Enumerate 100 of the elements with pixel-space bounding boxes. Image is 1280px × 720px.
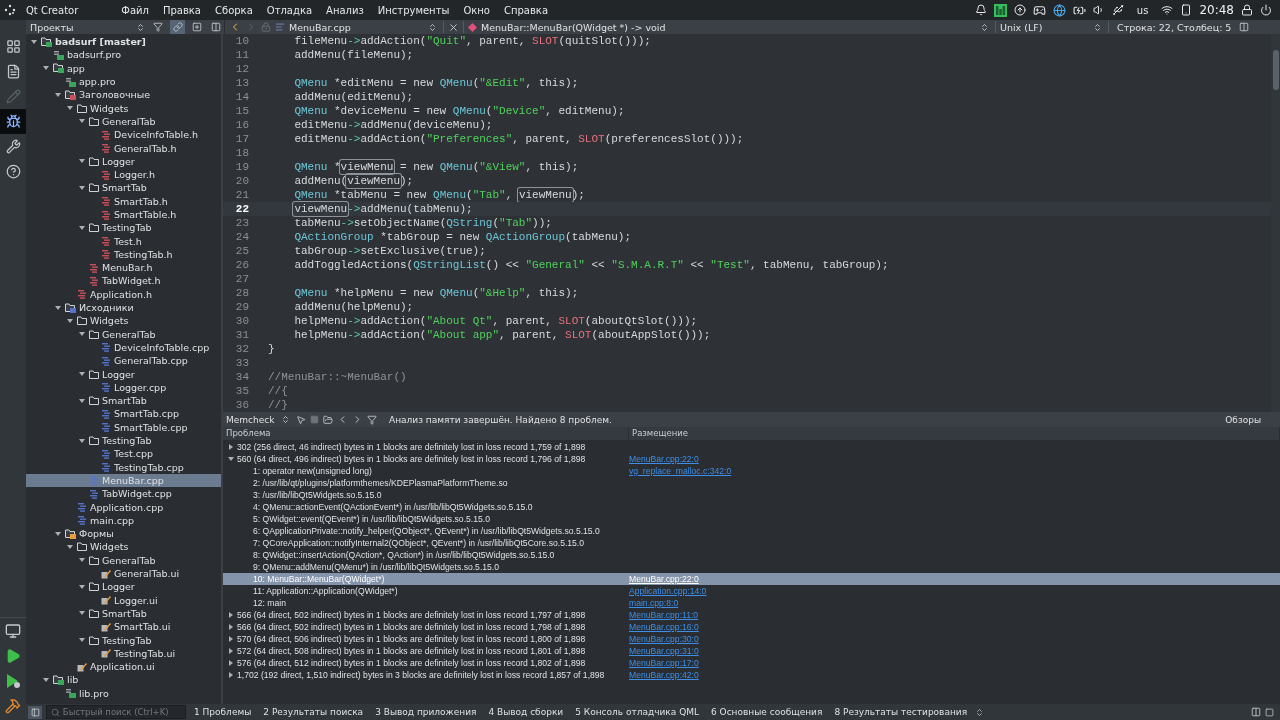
tree-item[interactable]: TestingTab — [26, 433, 221, 448]
file-dropdown[interactable]: MenuBar.cpp — [289, 20, 439, 34]
tree-item[interactable]: Widgets — [26, 101, 221, 115]
issue-row[interactable]: 11: Application::Application(QWidget*) Application.cpp:14:0 — [223, 585, 1280, 597]
location-link[interactable]: main.cpp:8:0 — [629, 598, 679, 608]
search-field[interactable]: Быстрый поиск (Ctrl+K) — [46, 705, 186, 719]
output-tab[interactable]: 5 Консоль отладчика QML — [571, 707, 703, 717]
menu-item[interactable]: Анализ — [321, 4, 369, 16]
output-tab[interactable]: 6 Основные сообщения — [707, 707, 827, 717]
location-link[interactable]: MenuBar.cpp:30:0 — [629, 634, 699, 644]
tree-item[interactable]: GeneralTab — [26, 553, 221, 567]
menu-item[interactable]: Правка — [157, 4, 206, 16]
tree-item[interactable]: Исходники — [26, 300, 221, 315]
tree-item[interactable]: TabWidget.cpp — [26, 487, 221, 501]
tool-dropdown[interactable]: Memcheck — [226, 412, 292, 427]
location-link[interactable]: Application.cpp:14:0 — [629, 586, 707, 596]
issue-row[interactable]: 576 (64 direct, 512 indirect) bytes in 1 blocks are definitely lost in loss record 1,802 of 1,898 MenuBar.cpp:17:0 — [223, 657, 1280, 669]
issue-row[interactable]: 6: QApplicationPrivate::notify_helper(QObject*, QEvent*) in /usr/lib/libQt5Widgets.so.5.15.0 — [223, 525, 1280, 537]
tree-item[interactable]: TestingTab — [26, 633, 221, 647]
issue-row[interactable]: 302 (256 direct, 46 indirect) bytes in 1 blocks are definitely lost in loss record 1,759 of 1,898 — [223, 441, 1280, 453]
menu-item[interactable]: Справка — [498, 4, 553, 16]
issue-row[interactable]: 5: QWidget::event(QEvent*) in /usr/lib/libQt5Widgets.so.5.15.0 — [223, 513, 1280, 525]
output-tab[interactable]: 1 Проблемы — [190, 707, 256, 717]
tree-item[interactable]: TestingTab.cpp — [26, 460, 221, 474]
tree-item[interactable]: lib — [26, 673, 221, 687]
tree-item[interactable]: app — [26, 61, 221, 75]
issue-row[interactable]: 570 (64 direct, 506 indirect) bytes in 1 blocks are definitely lost in loss record 1,800 of 1,898 MenuBar.cpp:30:0 — [223, 633, 1280, 645]
tree-item[interactable]: GeneralTab.h — [26, 141, 221, 155]
tree-item[interactable]: Logger — [26, 154, 221, 168]
output-tab[interactable]: 8 Результаты тестирования — [830, 707, 972, 717]
location-link[interactable]: MenuBar.cpp:17:0 — [629, 658, 699, 668]
tree-item[interactable]: Logger.h — [26, 167, 221, 182]
tree-item[interactable]: badsurf [master] — [26, 35, 221, 49]
issue-row[interactable]: 566 (64 direct, 502 indirect) bytes in 1 blocks are definitely lost in loss record 1,797 of 1,898 MenuBar.cpp:11:0 — [223, 609, 1280, 621]
issue-row[interactable]: 8: QWidget::insertAction(QAction*, QAction*) in /usr/lib/libQt5Widgets.so.5.15.0 — [223, 549, 1280, 561]
location-link[interactable]: MenuBar.cpp:22:0 — [629, 454, 699, 464]
menu-item[interactable]: Файл — [116, 4, 154, 16]
issue-row[interactable]: 3: /usr/lib/libQt5Widgets.so.5.15.0 — [223, 489, 1280, 501]
issue-row[interactable]: 7: QCoreApplication::notifyInternal2(QObject*, QEvent*) in /usr/lib/libQt5Core.so.5.15.0 — [223, 537, 1280, 549]
tree-item[interactable]: Test.cpp — [26, 447, 221, 461]
tree-item[interactable]: lib.pro — [26, 686, 221, 700]
issue-row[interactable]: 566 (64 direct, 502 indirect) bytes in 1 blocks are definitely lost in loss record 1,798 of 1,898 MenuBar.cpp:16:0 — [223, 621, 1280, 633]
tree-item[interactable]: Application.cpp — [26, 500, 221, 514]
tree-item[interactable]: Заголовочные — [26, 88, 221, 102]
issue-row[interactable]: 4: QMenu::actionEvent(QActionEvent*) in /usr/lib/libQt5Widgets.so.5.15.0 — [223, 501, 1280, 513]
tree-item[interactable]: Logger — [26, 367, 221, 381]
menu-item[interactable]: Отладка — [261, 4, 318, 16]
tree-item[interactable]: Application.h — [26, 287, 221, 301]
tree-item[interactable]: SmartTab.h — [26, 194, 221, 208]
tree-item[interactable]: MenuBar.h — [26, 261, 221, 275]
issue-row[interactable]: 572 (64 direct, 508 indirect) bytes in 1 blocks are definitely lost in loss record 1,801 of 1,898 MenuBar.cpp:31:0 — [223, 645, 1280, 657]
clock[interactable]: 20:48 — [1199, 3, 1234, 17]
location-link[interactable]: MenuBar.cpp:31:0 — [629, 646, 699, 656]
tree-item[interactable]: TestingTab.ui — [26, 646, 221, 660]
tree-item[interactable]: Application.ui — [26, 659, 221, 674]
tree-item[interactable]: SmartTab — [26, 606, 221, 621]
menu-item[interactable]: Окно — [458, 4, 495, 16]
tree-item[interactable]: Test.h — [26, 234, 221, 248]
menu-item[interactable]: Инструменты — [372, 4, 455, 16]
issue-row[interactable]: 560 (64 direct, 496 indirect) bytes in 1 blocks are definitely lost in loss record 1,796 of 1,898 MenuBar.cpp:22:0 — [223, 453, 1280, 465]
tree-item[interactable]: TestingTab — [26, 221, 221, 235]
tree-item[interactable]: GeneralTab — [26, 327, 221, 341]
menu-item[interactable]: Сборка — [210, 4, 258, 16]
tree-item[interactable]: app.pro — [26, 74, 221, 89]
issue-row[interactable]: 1,702 (192 direct, 1,510 indirect) bytes in 3 blocks are definitely lost in loss record 1,857 of 1,898 MenuBar.cpp:42:0 — [223, 669, 1280, 681]
tree-item[interactable]: GeneralTab.ui — [26, 566, 221, 581]
tree-item[interactable]: GeneralTab.cpp — [26, 354, 221, 368]
view-dropdown[interactable]: Проекты — [30, 20, 147, 34]
location-link[interactable]: MenuBar.cpp:42:0 — [629, 670, 699, 680]
tree-item[interactable]: Logger.ui — [26, 593, 221, 607]
tree-item[interactable]: SmartTable.cpp — [26, 420, 221, 434]
issue-row[interactable]: 12: main main.cpp:8:0 — [223, 597, 1280, 609]
output-tab[interactable]: 3 Вывод приложения — [371, 707, 481, 717]
tree-item[interactable]: Формы — [26, 527, 221, 541]
views-label[interactable]: Обзоры — [1225, 414, 1277, 425]
tree-item[interactable]: Logger.cpp — [26, 380, 221, 394]
tree-item[interactable]: GeneralTab — [26, 114, 221, 129]
tree-item[interactable]: SmartTab.cpp — [26, 407, 221, 421]
tree-item[interactable]: main.cpp — [26, 513, 221, 527]
tree-item[interactable]: Widgets — [26, 540, 221, 554]
tree-item[interactable]: SmartTable.h — [26, 207, 221, 222]
tree-item[interactable]: SmartTab — [26, 181, 221, 195]
tree-item[interactable]: TestingTab.h — [26, 247, 221, 262]
tree-item[interactable]: badsurf.pro — [26, 48, 221, 62]
location-link[interactable]: MenuBar.cpp:11:0 — [629, 610, 699, 620]
output-tab[interactable]: 2 Результаты поиска — [259, 707, 368, 717]
tree-item[interactable]: DeviceInfoTable.h — [26, 128, 221, 142]
tree-item[interactable]: DeviceInfoTable.cpp — [26, 340, 221, 355]
tree-item[interactable]: Widgets — [26, 314, 221, 328]
output-tab[interactable]: 4 Вывод сборки — [484, 707, 568, 717]
keyboard-layout[interactable]: us — [1130, 4, 1155, 16]
tree-item[interactable]: Logger — [26, 580, 221, 594]
location-link[interactable]: MenuBar.cpp:16:0 — [629, 622, 699, 632]
symbol-dropdown[interactable]: MenuBar::MenuBar(QWidget *) -> void — [481, 20, 991, 34]
tree-item[interactable]: SmartTab — [26, 394, 221, 408]
line-ending-dropdown[interactable]: Unix (LF) — [1000, 20, 1104, 34]
issue-row[interactable]: 2: /usr/lib/qt/plugins/platformthemes/KDEPlasmaPlatformTheme.so — [223, 477, 1280, 489]
tree-item[interactable]: SmartTab.ui — [26, 620, 221, 634]
location-link[interactable]: vg_replace_malloc.c:342:0 — [629, 466, 732, 476]
tree-item[interactable]: TabWidget.h — [26, 274, 221, 288]
